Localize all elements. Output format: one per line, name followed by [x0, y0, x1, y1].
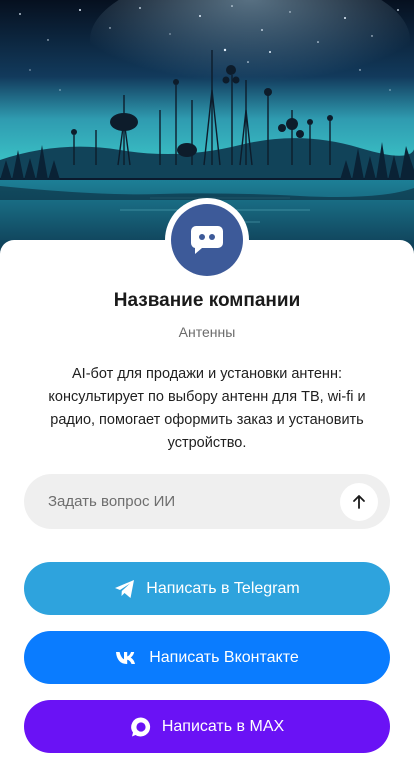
max-button[interactable]: Написать в MAX: [24, 700, 390, 753]
company-description: AI-бот для продажи и установки антенн: к…: [48, 366, 366, 451]
chat-bot-icon: [190, 226, 223, 254]
telegram-button[interactable]: Написать в Telegram: [24, 562, 390, 615]
max-button-label: Написать в MAX: [161, 717, 285, 735]
company-category: Антенны: [178, 324, 236, 340]
vk-button-label: Написать Вконтакте: [149, 648, 299, 666]
max-icon: [130, 716, 152, 738]
ask-ai-box: [24, 473, 390, 530]
vk-button[interactable]: Написать Вконтакте: [24, 631, 390, 684]
arrow-up-icon: [353, 494, 365, 509]
company-avatar: [165, 198, 249, 282]
avatar: [171, 204, 243, 276]
vk-icon: [115, 651, 139, 665]
telegram-button-label: Написать в Telegram: [146, 579, 300, 597]
company-name: Название компании: [113, 290, 301, 311]
send-button[interactable]: [340, 482, 378, 521]
ask-ai-input[interactable]: [24, 473, 340, 530]
telegram-icon: [114, 579, 136, 599]
